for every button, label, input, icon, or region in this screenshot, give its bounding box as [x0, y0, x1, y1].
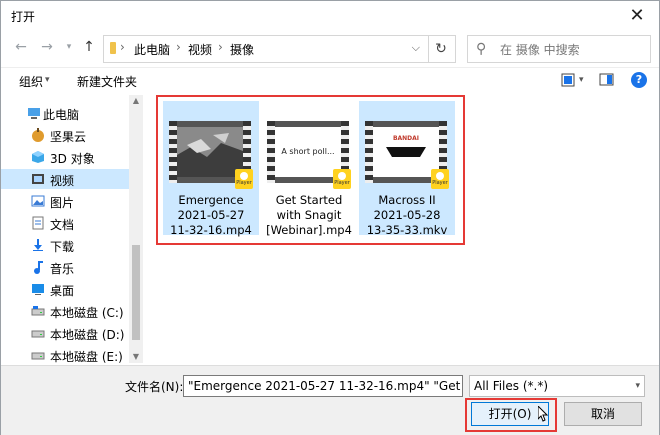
sidebar-item-drive-d[interactable]: 本地磁盘 (D:) — [19, 323, 129, 343]
filename-label: 文件名(N): — [125, 380, 184, 394]
scroll-up-icon[interactable]: ▲ — [132, 97, 140, 105]
back-arrow-icon[interactable]: ← — [13, 39, 29, 55]
sidebar-item-downloads[interactable]: 下载 — [19, 235, 129, 255]
player-badge-icon: Player — [431, 169, 449, 189]
sidebar-item-label: 坚果云 — [50, 130, 87, 144]
forward-arrow-icon[interactable]: → — [39, 39, 55, 55]
sidebar-item-label: 本地磁盘 (C:) — [50, 306, 124, 320]
3d-objects-icon — [31, 150, 45, 164]
sidebar-item-label: 音乐 — [50, 262, 75, 276]
breadcrumb-separator: › — [120, 40, 125, 54]
chevron-down-icon[interactable]: ▾ — [579, 75, 584, 85]
command-bar: 组织 ▾ 新建文件夹 ▾ ? — [1, 67, 659, 94]
sidebar-scrollbar[interactable]: ▲ ▼ — [129, 95, 143, 363]
chevron-down-icon[interactable]: ▾ — [45, 75, 50, 85]
scroll-down-icon[interactable]: ▼ — [132, 353, 140, 361]
sidebar-item-drive-c[interactable]: 本地磁盘 (C:) — [19, 301, 129, 321]
search-input[interactable]: ⚲ 在 摄像 中搜索 — [467, 35, 651, 63]
scrollbar-thumb[interactable] — [132, 245, 140, 340]
sidebar-item-label: 此电脑 — [43, 108, 80, 122]
drive-icon — [31, 348, 45, 362]
open-file-dialog: 打开 ✕ ← → ▾ ↑ › 此电脑 › 视频 › 摄像 ⌵ ↻ ⚲ 在 摄像 … — [0, 0, 660, 435]
music-icon — [31, 260, 45, 274]
sidebar-item-3d-objects[interactable]: 3D 对象 — [19, 147, 129, 167]
recent-dropdown-icon[interactable]: ▾ — [61, 39, 77, 55]
sidebar-item-label: 视频 — [50, 174, 75, 188]
sidebar-item-label: 桌面 — [50, 284, 75, 298]
file-name: Emergence 2021-05-27 11-32-16.mp4 — [170, 193, 252, 237]
breadcrumb-this-pc[interactable]: 此电脑 — [134, 41, 170, 58]
file-name: Macross II 2021-05-28 13-35-33.mkv — [366, 193, 448, 237]
file-item[interactable]: A short poll... Player Get Started with … — [261, 101, 357, 237]
drive-icon — [31, 326, 45, 340]
player-badge-icon: Player — [333, 169, 351, 189]
thumbnail-logo-text: BANDAI — [392, 135, 420, 142]
sidebar-item-pictures[interactable]: 图片 — [19, 191, 129, 211]
new-folder-button[interactable]: 新建文件夹 — [77, 73, 137, 90]
desktop-icon — [31, 282, 45, 296]
thumbnail-image: BANDAI — [373, 127, 439, 177]
player-badge-icon: Player — [235, 169, 253, 189]
video-folder-icon — [31, 172, 45, 186]
sidebar-item-label: 3D 对象 — [50, 152, 95, 166]
folder-icon — [110, 42, 116, 54]
sidebar-item-this-pc[interactable]: 此电脑 — [19, 103, 129, 123]
cancel-button[interactable]: 取消 — [564, 402, 642, 426]
chevron-down-icon[interactable]: ⌵ — [412, 41, 420, 55]
nutstore-icon — [31, 128, 45, 142]
navigation-pane: 此电脑 坚果云 3D 对象 视频 图片 文档 下载 音乐 桌面 本地磁盘 (C:… — [1, 95, 143, 363]
view-options-icon[interactable] — [561, 73, 577, 87]
breadcrumb-separator: › — [176, 40, 181, 54]
file-name: Get Started with Snagit [Webinar].mp4 — [266, 193, 352, 237]
breadcrumb-videos[interactable]: 视频 — [188, 41, 212, 58]
file-type-value: All Files (*.*) — [474, 379, 549, 393]
address-bar[interactable]: › 此电脑 › 视频 › 摄像 ⌵ — [103, 35, 429, 63]
sidebar-item-label: 本地磁盘 (D:) — [50, 328, 125, 342]
title-bar: 打开 ✕ — [1, 1, 659, 31]
sidebar-item-documents[interactable]: 文档 — [19, 213, 129, 233]
sidebar-item-drive-e[interactable]: 本地磁盘 (E:) — [19, 345, 129, 363]
help-icon[interactable]: ? — [631, 72, 647, 88]
sidebar-item-label: 本地磁盘 (E:) — [50, 350, 123, 363]
refresh-icon[interactable]: ↻ — [427, 35, 456, 63]
mouse-cursor-icon — [538, 406, 548, 422]
sidebar-item-nutstore[interactable]: 坚果云 — [19, 125, 129, 145]
sidebar-item-music[interactable]: 音乐 — [19, 257, 129, 277]
navigation-bar: ← → ▾ ↑ › 此电脑 › 视频 › 摄像 ⌵ ↻ ⚲ 在 摄像 中搜索 — [1, 33, 659, 63]
video-thumbnail: A short poll... Player — [267, 121, 351, 189]
up-arrow-icon[interactable]: ↑ — [81, 39, 97, 55]
sidebar-item-videos[interactable]: 视频 — [1, 169, 129, 189]
video-thumbnail: Player — [169, 121, 253, 189]
filename-input[interactable]: "Emergence 2021-05-27 11-32-16.mp4" "Get… — [183, 375, 463, 397]
breadcrumb-separator: › — [218, 40, 223, 54]
preview-pane-icon[interactable] — [599, 73, 615, 87]
breadcrumb-camera[interactable]: 摄像 — [230, 41, 254, 58]
close-icon[interactable]: ✕ — [625, 5, 649, 27]
video-thumbnail: BANDAI Player — [365, 121, 449, 189]
search-icon: ⚲ — [476, 41, 487, 57]
file-list: Player Emergence 2021-05-27 11-32-16.mp4… — [147, 95, 659, 363]
sidebar-item-label: 图片 — [50, 196, 75, 210]
file-type-select[interactable]: All Files (*.*) ▾ — [469, 375, 645, 397]
sidebar-item-label: 下载 — [50, 240, 75, 254]
chevron-down-icon: ▾ — [635, 381, 640, 391]
pictures-icon — [31, 194, 45, 208]
dialog-footer: 文件名(N): "Emergence 2021-05-27 11-32-16.m… — [1, 365, 659, 435]
sidebar-item-label: 文档 — [50, 218, 75, 232]
file-item[interactable]: BANDAI Player Macross II 2021-05-28 13-3… — [359, 101, 455, 237]
downloads-icon — [31, 238, 45, 252]
documents-icon — [31, 216, 45, 230]
organize-button[interactable]: 组织 — [19, 73, 43, 90]
computer-icon — [27, 106, 41, 120]
thumbnail-text: A short poll... — [275, 127, 341, 177]
sidebar-item-desktop[interactable]: 桌面 — [19, 279, 129, 299]
drive-icon — [31, 304, 45, 318]
search-placeholder: 在 摄像 中搜索 — [500, 43, 580, 57]
window-title: 打开 — [11, 10, 36, 24]
file-item[interactable]: Player Emergence 2021-05-27 11-32-16.mp4 — [163, 101, 259, 237]
